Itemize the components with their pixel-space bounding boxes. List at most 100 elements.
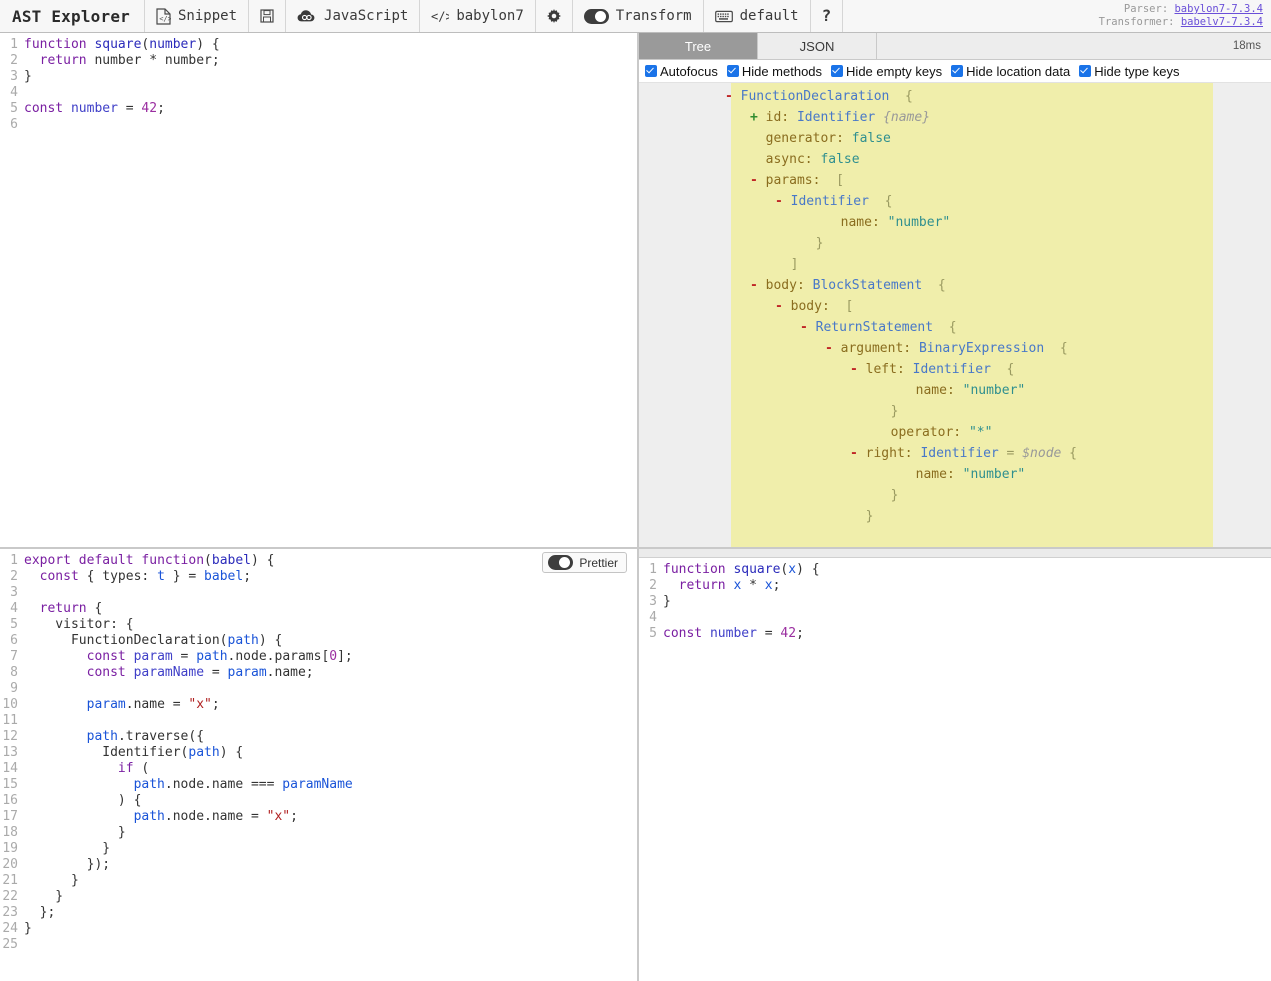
ast-tree-row[interactable]: }: [639, 401, 1271, 422]
option-label: Hide methods: [742, 64, 822, 79]
save-button[interactable]: [249, 0, 286, 32]
source-line: 6: [0, 117, 637, 133]
transform-line: 18 }: [0, 825, 637, 841]
option-hide-type-keys[interactable]: Hide type keys: [1079, 64, 1179, 79]
transform-line: 7 const param = path.node.params[0];: [0, 649, 637, 665]
ast-node-value: {name}: [883, 110, 930, 125]
ast-tree-row[interactable]: generator: false: [639, 128, 1271, 149]
source-editor-pane[interactable]: 1function square(number) {2 return numbe…: [0, 33, 637, 549]
ast-tree-row[interactable]: - argument: BinaryExpression {: [639, 338, 1271, 359]
output-pane[interactable]: 1function square(x) {2 return x * x;3}4 …: [639, 549, 1271, 981]
ast-node-value: }: [891, 404, 899, 419]
ast-tree-row[interactable]: - FunctionDeclaration {: [639, 86, 1271, 107]
code-file-icon: </>: [156, 8, 171, 25]
option-hide-methods[interactable]: Hide methods: [727, 64, 822, 79]
ast-node-value: false: [852, 131, 891, 146]
parser-version-link[interactable]: babylon7-7.3.4: [1174, 3, 1263, 15]
line-number: 25: [0, 937, 24, 953]
checkbox-icon[interactable]: [831, 65, 843, 77]
ast-node-type: ReturnStatement: [816, 320, 933, 335]
transformer-version-link[interactable]: babelv7-7.3.4: [1181, 16, 1263, 28]
ast-tree-row[interactable]: name: "number": [639, 464, 1271, 485]
collapse-toggle-icon[interactable]: -: [725, 89, 741, 104]
parser-settings-button[interactable]: [536, 0, 573, 32]
collapse-toggle-icon[interactable]: -: [850, 446, 866, 461]
collapse-toggle-icon[interactable]: -: [800, 320, 816, 335]
line-number: 6: [0, 633, 24, 649]
ast-tree-row[interactable]: name: "number": [639, 212, 1271, 233]
ast-node-key: name:: [916, 467, 963, 482]
transform-line: 3: [0, 585, 637, 601]
parser-selector[interactable]: </> babylon7: [420, 0, 535, 32]
expand-toggle-icon[interactable]: +: [750, 110, 766, 125]
ast-tree-row[interactable]: ]: [639, 254, 1271, 275]
ast-tree-row[interactable]: - params: [: [639, 170, 1271, 191]
checkbox-icon[interactable]: [1079, 65, 1091, 77]
prettier-toggle[interactable]: Prettier: [542, 552, 627, 573]
transform-toggle-switch[interactable]: [584, 9, 609, 24]
ast-node-value: {: [933, 320, 956, 335]
ast-node-type: Identifier: [791, 194, 869, 209]
transform-code[interactable]: 1export default function(babel) {2 const…: [0, 549, 637, 981]
collapse-toggle-icon[interactable]: -: [750, 278, 766, 293]
transform-line: 19 }: [0, 841, 637, 857]
transform-line: 4 return {: [0, 601, 637, 617]
ast-tree-row[interactable]: - body: [: [639, 296, 1271, 317]
ast-tree-row[interactable]: - Identifier {: [639, 191, 1271, 212]
collapse-toggle-icon[interactable]: -: [775, 194, 791, 209]
code-line-text: [24, 585, 637, 601]
parse-timing-area: 18ms: [877, 33, 1271, 59]
ast-tree-row[interactable]: - body: BlockStatement {: [639, 275, 1271, 296]
tab-json[interactable]: JSON: [758, 33, 877, 59]
ast-node-value: {: [1044, 341, 1067, 356]
option-autofocus[interactable]: Autofocus: [645, 64, 718, 79]
prettier-toggle-switch[interactable]: [548, 555, 573, 570]
transformer-meta-key: Transformer:: [1099, 16, 1175, 28]
ast-tree-row[interactable]: name: "number": [639, 380, 1271, 401]
line-number: 21: [0, 873, 24, 889]
language-label: JavaScript: [324, 9, 408, 23]
collapse-toggle-icon[interactable]: -: [850, 362, 866, 377]
code-line-text: }: [24, 889, 637, 905]
code-brackets-icon: </>: [431, 10, 449, 23]
ast-tree-row[interactable]: + id: Identifier {name}: [639, 107, 1271, 128]
checkbox-icon[interactable]: [951, 65, 963, 77]
source-line: 5const number = 42;: [0, 101, 637, 117]
ast-tree-row[interactable]: - left: Identifier {: [639, 359, 1271, 380]
ast-tree-scroll[interactable]: - FunctionDeclaration {+ id: Identifier …: [639, 83, 1271, 547]
keymap-selector[interactable]: default: [704, 0, 811, 32]
collapse-toggle-icon[interactable]: -: [775, 299, 791, 314]
collapse-toggle-icon[interactable]: -: [750, 173, 766, 188]
ast-tree-row[interactable]: }: [639, 233, 1271, 254]
language-selector[interactable]: JavaScript: [286, 0, 420, 32]
ast-node-key: name:: [841, 215, 888, 230]
ast-tree[interactable]: - FunctionDeclaration {+ id: Identifier …: [639, 83, 1271, 527]
help-button[interactable]: ?: [811, 0, 844, 32]
transform-toggle[interactable]: Transform: [573, 0, 704, 32]
option-hide-location-data[interactable]: Hide location data: [951, 64, 1070, 79]
checkbox-icon[interactable]: [645, 65, 657, 77]
ast-tree-row[interactable]: operator: "*": [639, 422, 1271, 443]
ast-tree-row[interactable]: async: false: [639, 149, 1271, 170]
snippet-button[interactable]: </> Snippet: [145, 0, 249, 32]
ast-tree-row[interactable]: }: [639, 485, 1271, 506]
code-line-text: }: [24, 825, 637, 841]
output-code: 1function square(x) {2 return x * x;3}4 …: [639, 558, 1271, 981]
ast-tree-row[interactable]: }: [639, 506, 1271, 527]
transform-editor-pane[interactable]: Prettier 1export default function(babel)…: [0, 549, 637, 981]
option-label: Hide location data: [966, 64, 1070, 79]
ast-node-value: [875, 110, 883, 125]
line-number: 11: [0, 713, 24, 729]
toolbar-spacer: [843, 0, 1098, 32]
option-hide-empty-keys[interactable]: Hide empty keys: [831, 64, 942, 79]
tab-tree[interactable]: Tree: [639, 33, 758, 59]
checkbox-icon[interactable]: [727, 65, 739, 77]
ast-node-key: name:: [916, 383, 963, 398]
code-line-text: const number = 42;: [663, 626, 1271, 642]
collapse-toggle-icon[interactable]: -: [825, 341, 841, 356]
line-number: 7: [0, 649, 24, 665]
source-code[interactable]: 1function square(number) {2 return numbe…: [0, 33, 637, 547]
ast-tree-row[interactable]: - right: Identifier = $node {: [639, 443, 1271, 464]
code-line-text: [24, 713, 637, 729]
ast-tree-row[interactable]: - ReturnStatement {: [639, 317, 1271, 338]
